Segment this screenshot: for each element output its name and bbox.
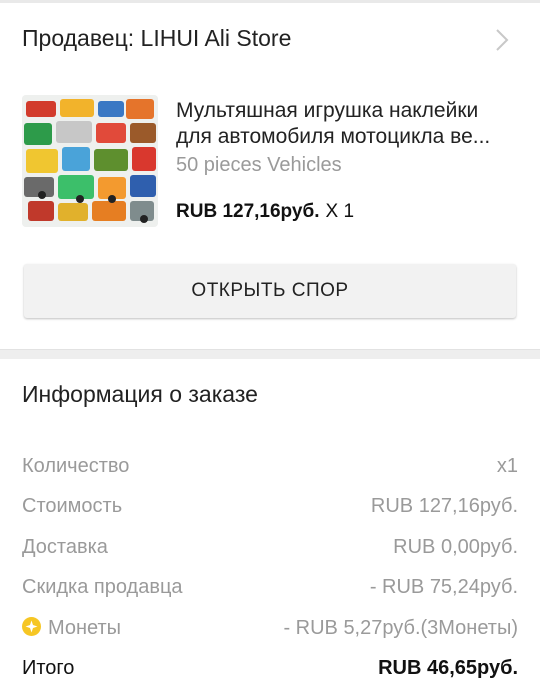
order-info-key-coins: Монеты	[22, 617, 121, 640]
order-info-key: Стоимость	[22, 495, 123, 517]
order-info-value: - RUB 75,24руб.	[369, 576, 518, 598]
coins-label: Монеты	[48, 617, 122, 639]
section-separator	[0, 349, 540, 359]
product-title-line1: Мультяшная игрушка наклейки	[176, 99, 479, 122]
order-info-row-total: Итого RUB 46,65руб.	[22, 657, 518, 685]
coin-icon	[22, 617, 41, 636]
order-info-value: RUB 0,00руб.	[393, 536, 518, 558]
product-price-row: RUB 127,16руб. X 1	[176, 201, 354, 223]
order-info-title: Информация о заказе	[22, 381, 258, 407]
seller-label: Продавец: LIHUI Ali Store	[22, 25, 292, 51]
order-info-key: Количество	[22, 455, 130, 477]
product-quantity: X 1	[325, 201, 355, 222]
vehicle-stickers-image	[22, 95, 158, 227]
seller-row[interactable]: Продавец: LIHUI Ali Store	[0, 3, 540, 75]
order-info-value: - RUB 5,27руб.(3Монеты)	[283, 617, 518, 639]
product-item[interactable]: Мультяшная игрушка наклейки для автомоби…	[0, 88, 540, 238]
product-price: RUB 127,16руб.	[176, 201, 320, 222]
order-info-value: x1	[496, 455, 518, 477]
product-title[interactable]: Мультяшная игрушка наклейки для автомоби…	[176, 98, 516, 150]
order-info-value: RUB 127,16руб.	[370, 495, 518, 517]
order-info-row-cost: Стоимость RUB 127,16руб.	[22, 495, 518, 523]
order-info-row-quantity: Количество x1	[22, 455, 518, 483]
order-info-key: Доставка	[22, 536, 108, 558]
order-info-row-coins: Монеты - RUB 5,27руб.(3Монеты)	[22, 617, 518, 645]
product-variant: 50 pieces Vehicles	[176, 154, 342, 176]
order-info-row-delivery: Доставка RUB 0,00руб.	[22, 536, 518, 564]
product-thumbnail[interactable]	[22, 95, 158, 227]
order-info-key: Итого	[22, 657, 75, 679]
order-total-value: RUB 46,65руб.	[378, 657, 518, 679]
order-info-row-seller-discount: Скидка продавца - RUB 75,24руб.	[22, 576, 518, 604]
open-dispute-button[interactable]: ОТКРЫТЬ СПОР	[24, 264, 516, 318]
chevron-right-icon	[496, 29, 509, 51]
order-info-key: Скидка продавца	[22, 576, 183, 598]
product-title-line2: для автомобиля мотоцикла ве...	[176, 125, 491, 148]
